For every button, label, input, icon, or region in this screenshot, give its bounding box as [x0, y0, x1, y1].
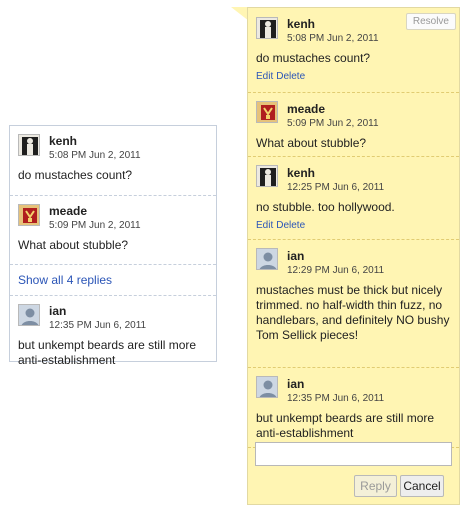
comment-text: do mustaches count? [18, 168, 133, 182]
comment-actions: Edit Delete [256, 220, 451, 231]
comment-author: kenh [287, 166, 316, 180]
comment-author: kenh [287, 17, 316, 31]
show-all-replies: Show all 4 replies [10, 265, 216, 295]
edit-link[interactable]: Edit [256, 71, 273, 82]
default-person-icon [256, 376, 278, 398]
comment: meade 5:09 PM Jun 2, 2011 What about stu… [248, 93, 459, 156]
comment-text: but unkempt beards are still more anti-e… [18, 338, 197, 367]
silhouette-icon [256, 165, 278, 187]
cancel-button[interactable]: Cancel [400, 475, 444, 497]
reply-button[interactable]: Reply [354, 475, 397, 497]
comment-timestamp: 5:09 PM Jun 2, 2011 [49, 220, 141, 231]
comment-timestamp: 12:29 PM Jun 6, 2011 [287, 265, 385, 276]
comment-timestamp: 5:08 PM Jun 2, 2011 [287, 33, 379, 44]
show-all-replies-link[interactable]: Show all 4 replies [18, 273, 112, 287]
comment-author: kenh [49, 134, 78, 148]
edit-link[interactable]: Edit [256, 220, 273, 231]
comment-actions: Edit Delete [256, 71, 451, 82]
comment-timestamp: 12:35 PM Jun 6, 2011 [49, 320, 147, 331]
silhouette-icon [256, 17, 278, 39]
comment-author: meade [49, 204, 88, 218]
comment-thread-collapsed[interactable]: kenh 5:08 PM Jun 2, 2011 do mustaches co… [9, 125, 217, 367]
default-person-icon [256, 248, 278, 270]
delete-link[interactable]: Delete [276, 220, 305, 231]
comment-text: but unkempt beards are still more anti-e… [256, 411, 435, 440]
comment-timestamp: 12:25 PM Jun 6, 2011 [287, 182, 385, 193]
comment: kenh 12:25 PM Jun 6, 2011 no stubble. to… [248, 157, 459, 239]
crest-icon [18, 204, 40, 226]
comment: kenh 5:08 PM Jun 2, 2011 do mustaches co… [10, 126, 216, 195]
comment-timestamp: 12:35 PM Jun 6, 2011 [287, 393, 385, 404]
comment: ian 12:29 PM Jun 6, 2011 mustaches must … [248, 240, 459, 367]
comment-thread-expanded: Resolve kenh 5:08 PM Jun 2, 2011 do must… [247, 7, 460, 505]
comment: ian 12:35 PM Jun 6, 2011 but unkempt bea… [10, 296, 216, 374]
comment: meade 5:09 PM Jun 2, 2011 What about stu… [10, 196, 216, 264]
delete-link[interactable]: Delete [276, 71, 305, 82]
comment: kenh 5:08 PM Jun 2, 2011 do mustaches co… [248, 8, 459, 92]
comment-timestamp: 5:09 PM Jun 2, 2011 [287, 118, 379, 129]
comment-text: no stubble. too hollywood. [256, 200, 395, 214]
comment-text: do mustaches count? [256, 51, 371, 65]
reply-input[interactable] [255, 442, 452, 466]
default-person-icon [18, 304, 40, 326]
comment-author: ian [287, 377, 305, 391]
comment-timestamp: 5:08 PM Jun 2, 2011 [49, 150, 141, 161]
silhouette-icon [18, 134, 40, 156]
comment-author: meade [287, 102, 326, 116]
comment-author: ian [287, 249, 305, 263]
comment-text: What about stubble? [256, 136, 367, 150]
comment-author: ian [49, 304, 67, 318]
comment-text: What about stubble? [18, 238, 129, 252]
comment-text: mustaches must be thick but nicely trimm… [256, 283, 450, 342]
crest-icon [256, 101, 278, 123]
comment: ian 12:35 PM Jun 6, 2011 but unkempt bea… [248, 368, 459, 447]
